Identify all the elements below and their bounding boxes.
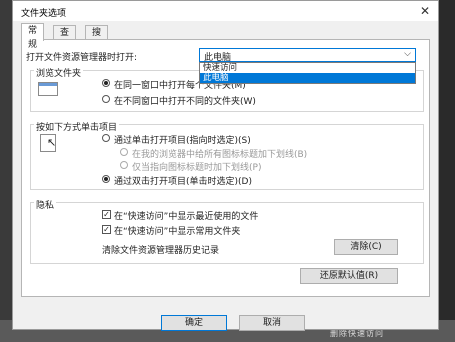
- restore-defaults-button[interactable]: 还原默认值(R): [300, 268, 398, 284]
- privacy-title: 隐私: [34, 198, 57, 211]
- browse-folders-title: 浏览文件夹: [34, 66, 84, 79]
- recent-files-label: 在“快速访问”中显示最近使用的文件: [114, 212, 259, 222]
- dropdown-option-this-pc[interactable]: 此电脑: [200, 73, 415, 83]
- cursor-icon: ↖: [40, 134, 56, 152]
- window-title: 文件夹选项: [21, 9, 67, 19]
- checkbox-recent-files[interactable]: ✓: [102, 210, 111, 219]
- clear-button[interactable]: 清除(C): [334, 239, 398, 255]
- tab-search[interactable]: 搜索: [85, 25, 109, 52]
- background-right: [437, 0, 455, 342]
- tab-general[interactable]: 常规: [21, 23, 45, 50]
- different-window-label: 在不同窗口中打开不同的文件夹(W): [114, 97, 256, 107]
- title-bar: 文件夹选项 ✕: [13, 1, 438, 21]
- radio-underline-point[interactable]: [120, 161, 128, 169]
- checkbox-frequent-folders[interactable]: ✓: [102, 225, 111, 234]
- radio-underline-all[interactable]: [120, 148, 128, 156]
- general-panel: 打开文件资源管理器时打开: 此电脑 ⌵ 快速访问 此电脑 浏览文件夹 在同一窗口…: [21, 39, 430, 297]
- open-explorer-select[interactable]: 此电脑 ⌵: [199, 48, 416, 63]
- dropdown-option-quick-access[interactable]: 快速访问: [200, 63, 415, 73]
- window-icon: [38, 82, 58, 96]
- underline-all-label: 在我的浏览器中给所有图标标题加下划线(B): [132, 150, 308, 160]
- background-left: [0, 0, 12, 342]
- radio-single-click[interactable]: [102, 134, 110, 142]
- open-explorer-label: 打开文件资源管理器时打开:: [26, 53, 138, 63]
- chevron-down-icon: ⌵: [404, 49, 411, 59]
- clear-history-label: 清除文件资源管理器历史记录: [102, 246, 220, 256]
- folder-options-dialog: 文件夹选项 ✕ 常规 查看 搜索 打开文件资源管理器时打开: 此电脑 ⌵ 快速访…: [12, 0, 439, 331]
- double-click-label: 通过双击打开项目(单击时选定)(D): [114, 177, 252, 187]
- click-items-title: 按如下方式单击项目: [34, 120, 120, 133]
- open-explorer-dropdown: 快速访问 此电脑: [199, 62, 416, 84]
- cancel-button[interactable]: 取消: [239, 315, 305, 331]
- close-icon[interactable]: ✕: [420, 4, 430, 18]
- tab-view[interactable]: 查看: [53, 25, 77, 52]
- single-click-label: 通过单击打开项目(指向时选定)(S): [114, 136, 251, 146]
- ok-button[interactable]: 确定: [161, 315, 227, 331]
- radio-same-window[interactable]: [102, 79, 110, 87]
- frequent-folders-label: 在“快速访问”中显示常用文件夹: [114, 227, 241, 237]
- radio-different-window[interactable]: [102, 95, 110, 103]
- radio-double-click[interactable]: [102, 175, 110, 183]
- underline-point-label: 仅当指向图标标题时加下划线(P): [132, 163, 262, 173]
